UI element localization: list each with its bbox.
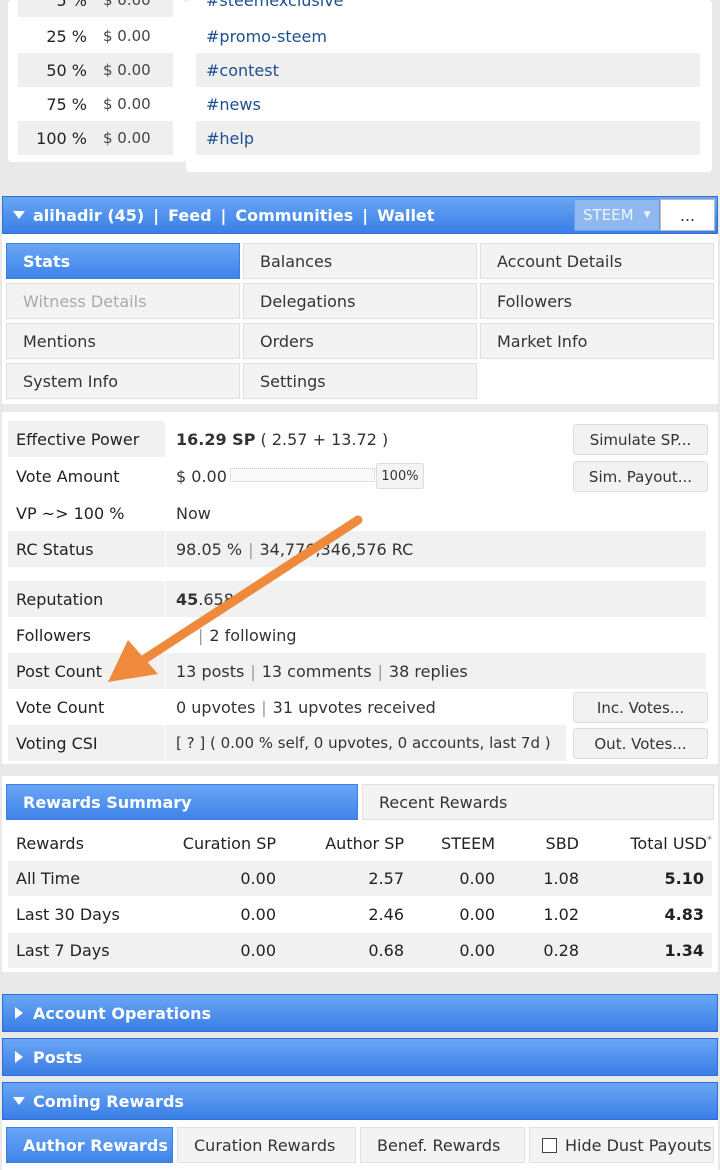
- tab-benef-rewards[interactable]: Benef. Rewards: [360, 1127, 525, 1163]
- table-row: All Time 0.00 2.57 0.00 1.08 5.10: [8, 861, 712, 896]
- section-posts[interactable]: Posts: [2, 1038, 718, 1076]
- tab-curation-rewards[interactable]: Curation Rewards: [177, 1127, 356, 1163]
- section-account-operations[interactable]: Account Operations: [2, 994, 718, 1032]
- tab-author-rewards[interactable]: Author Rewards: [6, 1127, 173, 1163]
- chevron-right-icon: [15, 1007, 23, 1019]
- rewards-header: Rewards Curation SP Author SP STEEM SBD …: [16, 833, 712, 853]
- chevron-right-icon: [15, 1051, 23, 1063]
- hide-dust-toggle[interactable]: Hide Dust Payouts: [529, 1127, 714, 1163]
- tab-rewards-summary[interactable]: Rewards Summary: [6, 784, 358, 820]
- chevron-down-icon: [13, 1097, 25, 1105]
- table-row: Last 30 Days 0.00 2.46 0.00 1.02 4.83: [8, 897, 712, 932]
- table-row: Last 7 Days 0.00 0.68 0.00 0.28 1.34: [8, 933, 712, 968]
- tab-recent-rewards[interactable]: Recent Rewards: [362, 784, 714, 820]
- section-coming-rewards[interactable]: Coming Rewards: [2, 1082, 718, 1120]
- checkbox[interactable]: [542, 1137, 557, 1153]
